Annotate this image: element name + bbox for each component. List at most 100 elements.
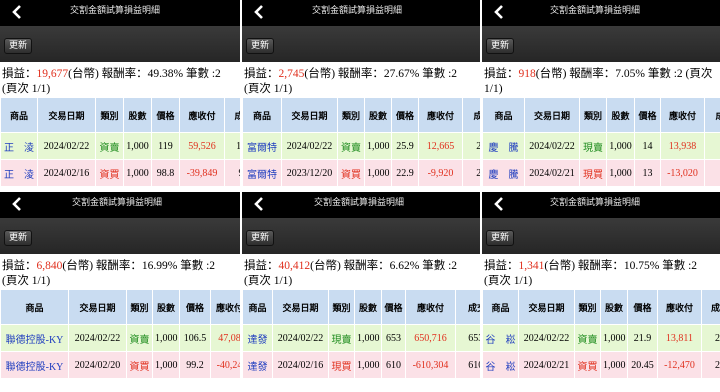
column-header: 類別 bbox=[579, 97, 607, 133]
table-cell: -40,24 bbox=[210, 351, 240, 379]
table-cell: 14 bbox=[634, 132, 661, 160]
table-row[interactable]: 谷 崧2024/02/21資買1,00020.45-12,47020 bbox=[482, 351, 720, 379]
refresh-button[interactable]: 更新 bbox=[486, 38, 514, 54]
summary-text: (台幣) 報酬率：49.38% 筆數 :2 bbox=[68, 68, 221, 80]
page-title: 交割金額試算損益明細 bbox=[550, 6, 641, 16]
table-cell: 25.9 bbox=[391, 132, 419, 160]
column-header: 商品 bbox=[482, 289, 519, 325]
table-row[interactable]: 正 淩2024/02/22資賣1,00011959,526119 bbox=[0, 132, 240, 160]
chevron-left-icon[interactable] bbox=[252, 4, 266, 20]
panel-liande: 交割金額試算損益明細 更新 損益：6,840(台幣) 報酬率：16.99% 筆數… bbox=[0, 192, 240, 392]
chevron-left-icon[interactable] bbox=[252, 196, 266, 212]
profit-summary: 損益：918(台幣) 報酬率：7.05% 筆數 :2 (頁次 bbox=[484, 67, 720, 82]
profit-amount: 2,745 bbox=[278, 68, 305, 80]
page-info: (頁次 1/1) bbox=[244, 83, 293, 95]
table-cell: 13 bbox=[634, 159, 661, 187]
table-cell: 1,000 bbox=[123, 159, 152, 187]
table-cell: 資買 bbox=[337, 159, 365, 187]
table-cell: 13,811 bbox=[657, 324, 702, 352]
table-cell: -13,020 bbox=[660, 159, 705, 187]
trade-table: 商品交易日期類別股數價格應收付成交 慶 騰2024/02/22現賣1,00014… bbox=[482, 97, 720, 187]
table-cell: 1,000 bbox=[152, 351, 180, 379]
table-cell: 現賣 bbox=[328, 324, 355, 352]
page-info: 1/1) bbox=[484, 83, 503, 95]
summary-text: (台幣) 報酬率：6.62% 筆數 :2 bbox=[310, 260, 458, 272]
summary-text: 損益： bbox=[244, 260, 279, 272]
table-cell: 1,000 bbox=[152, 324, 180, 352]
table-row[interactable]: 慶 騰2024/02/22現賣1,0001413,93814 bbox=[482, 132, 720, 160]
table-row[interactable]: 達發2024/02/22現賣1,000653650,716653, bbox=[242, 324, 480, 352]
column-header: 價格 bbox=[627, 289, 658, 325]
table-cell: 1,000 bbox=[364, 132, 392, 160]
table-cell: 653 bbox=[381, 324, 406, 352]
table-cell: 610 bbox=[381, 351, 406, 379]
profit-summary: 損益：6,840(台幣) 報酬率：16.99% 筆數 :2 bbox=[2, 259, 240, 274]
refresh-button[interactable]: 更新 bbox=[4, 38, 32, 54]
page-info: (頁次 1/1) bbox=[2, 275, 51, 287]
column-header: 類別 bbox=[126, 289, 153, 325]
summary-text: (台幣) 報酬率：10.75% 筆數 :2 bbox=[544, 260, 698, 272]
chevron-left-icon[interactable] bbox=[492, 4, 506, 20]
table-cell: 資買 bbox=[126, 351, 153, 379]
table-cell: 2024/02/22 bbox=[68, 324, 127, 352]
page-title: 交割金額試算損益明細 bbox=[70, 6, 161, 16]
column-header: 商品 bbox=[482, 97, 525, 133]
refresh-button[interactable]: 更新 bbox=[246, 38, 274, 54]
table-cell: 119 bbox=[151, 132, 180, 160]
table-cell: 2024/02/21 bbox=[524, 159, 580, 187]
title-bar: 交割金額試算損益明細 bbox=[0, 0, 240, 26]
table-row[interactable]: 聯德控股-KY 2024/02/20 資買 1,000 99.2 -40,24 bbox=[0, 351, 240, 379]
table-row[interactable]: 谷 崧2024/02/22資賣1,00021.913,81121 bbox=[482, 324, 720, 352]
table-cell: 達發 bbox=[242, 324, 273, 352]
table-cell: 資賣 bbox=[574, 324, 601, 352]
refresh-button[interactable]: 更新 bbox=[4, 230, 32, 246]
profit-summary: 損益：40,412(台幣) 報酬率：6.62% 筆數 :2 bbox=[244, 259, 480, 274]
table-cell: 47,08 bbox=[210, 324, 240, 352]
table-cell: 98 bbox=[224, 159, 240, 187]
column-header: 應收付 bbox=[179, 97, 225, 133]
column-header: 成交 bbox=[462, 97, 480, 133]
title-bar: 交割金額試算損益明細 bbox=[482, 0, 720, 26]
summary-text: 損益： bbox=[2, 260, 37, 272]
table-row[interactable]: 慶 騰2024/02/21現買1,00013-13,02013 bbox=[482, 159, 720, 187]
chevron-left-icon[interactable] bbox=[10, 4, 24, 20]
table-cell: 1,000 bbox=[606, 159, 635, 187]
column-header: 成交 bbox=[701, 289, 720, 325]
panel-gusong: 交割金額試算損益明細 更新 損益：1,341(台幣) 報酬率：10.75% 筆數… bbox=[482, 192, 720, 392]
trade-table: 商品交易日期類別股數價格應收付成交 谷 崧2024/02/22資賣1,00021… bbox=[482, 289, 720, 379]
table-row[interactable]: 聯德控股-KY 2024/02/22 資賣 1,000 106.5 47,08 bbox=[0, 324, 240, 352]
chevron-left-icon[interactable] bbox=[10, 196, 24, 212]
page-title: 交割金額試算損益明細 bbox=[550, 198, 641, 208]
trade-table: 商品交易日期類別股數價格應收付成交 富爾特2024/02/22資賣1,00025… bbox=[242, 97, 480, 187]
refresh-button[interactable]: 更新 bbox=[246, 230, 274, 246]
column-header: 應收付 bbox=[210, 289, 240, 325]
page-info: (頁次 1/1) bbox=[484, 275, 533, 287]
table-row[interactable]: 達發2024/02/16現買1,000610-610,304610, bbox=[242, 351, 480, 379]
table-cell: 2024/02/16 bbox=[272, 351, 329, 379]
chevron-left-icon[interactable] bbox=[492, 196, 506, 212]
table-cell: 谷 崧 bbox=[482, 324, 519, 352]
column-header: 股數 bbox=[354, 289, 382, 325]
column-header: 交易日期 bbox=[68, 289, 127, 325]
title-bar: 交割金額試算損益明細 bbox=[242, 0, 480, 26]
table-row[interactable]: 富爾特2023/12/20資買1,00022.9-9,92022. bbox=[242, 159, 480, 187]
refresh-button[interactable]: 更新 bbox=[486, 230, 514, 246]
table-cell: 13 bbox=[704, 159, 720, 187]
table-cell: 慶 騰 bbox=[482, 159, 525, 187]
column-header: 交易日期 bbox=[524, 97, 580, 133]
table-cell: 1,000 bbox=[606, 132, 635, 160]
trade-table: 商品交易日期類別股數價格應收付 聯德控股-KY2024/02/22資賣1,000… bbox=[0, 289, 240, 379]
table-cell: -610,304 bbox=[405, 351, 456, 379]
table-cell: 98.8 bbox=[151, 159, 180, 187]
column-header: 交易日期 bbox=[37, 97, 96, 133]
table-row[interactable]: 富爾特2024/02/22資賣1,00025.912,66525. bbox=[242, 132, 480, 160]
panel-zhengling: 交割金額試算損益明細 更新 損益：19,677(台幣) 報酬率：49.38% 筆… bbox=[0, 0, 240, 190]
table-cell: 99.2 bbox=[179, 351, 211, 379]
column-header: 類別 bbox=[337, 97, 365, 133]
table-cell: 2024/02/22 bbox=[524, 132, 580, 160]
page-info: (頁次 1/1) bbox=[244, 275, 293, 287]
table-cell: 12,665 bbox=[418, 132, 463, 160]
toolbar: 更新 bbox=[0, 26, 240, 62]
table-cell: 正 淩 bbox=[0, 132, 38, 160]
table-row[interactable]: 正 淩2024/02/16資買1,00098.8-39,84998 bbox=[0, 159, 240, 187]
